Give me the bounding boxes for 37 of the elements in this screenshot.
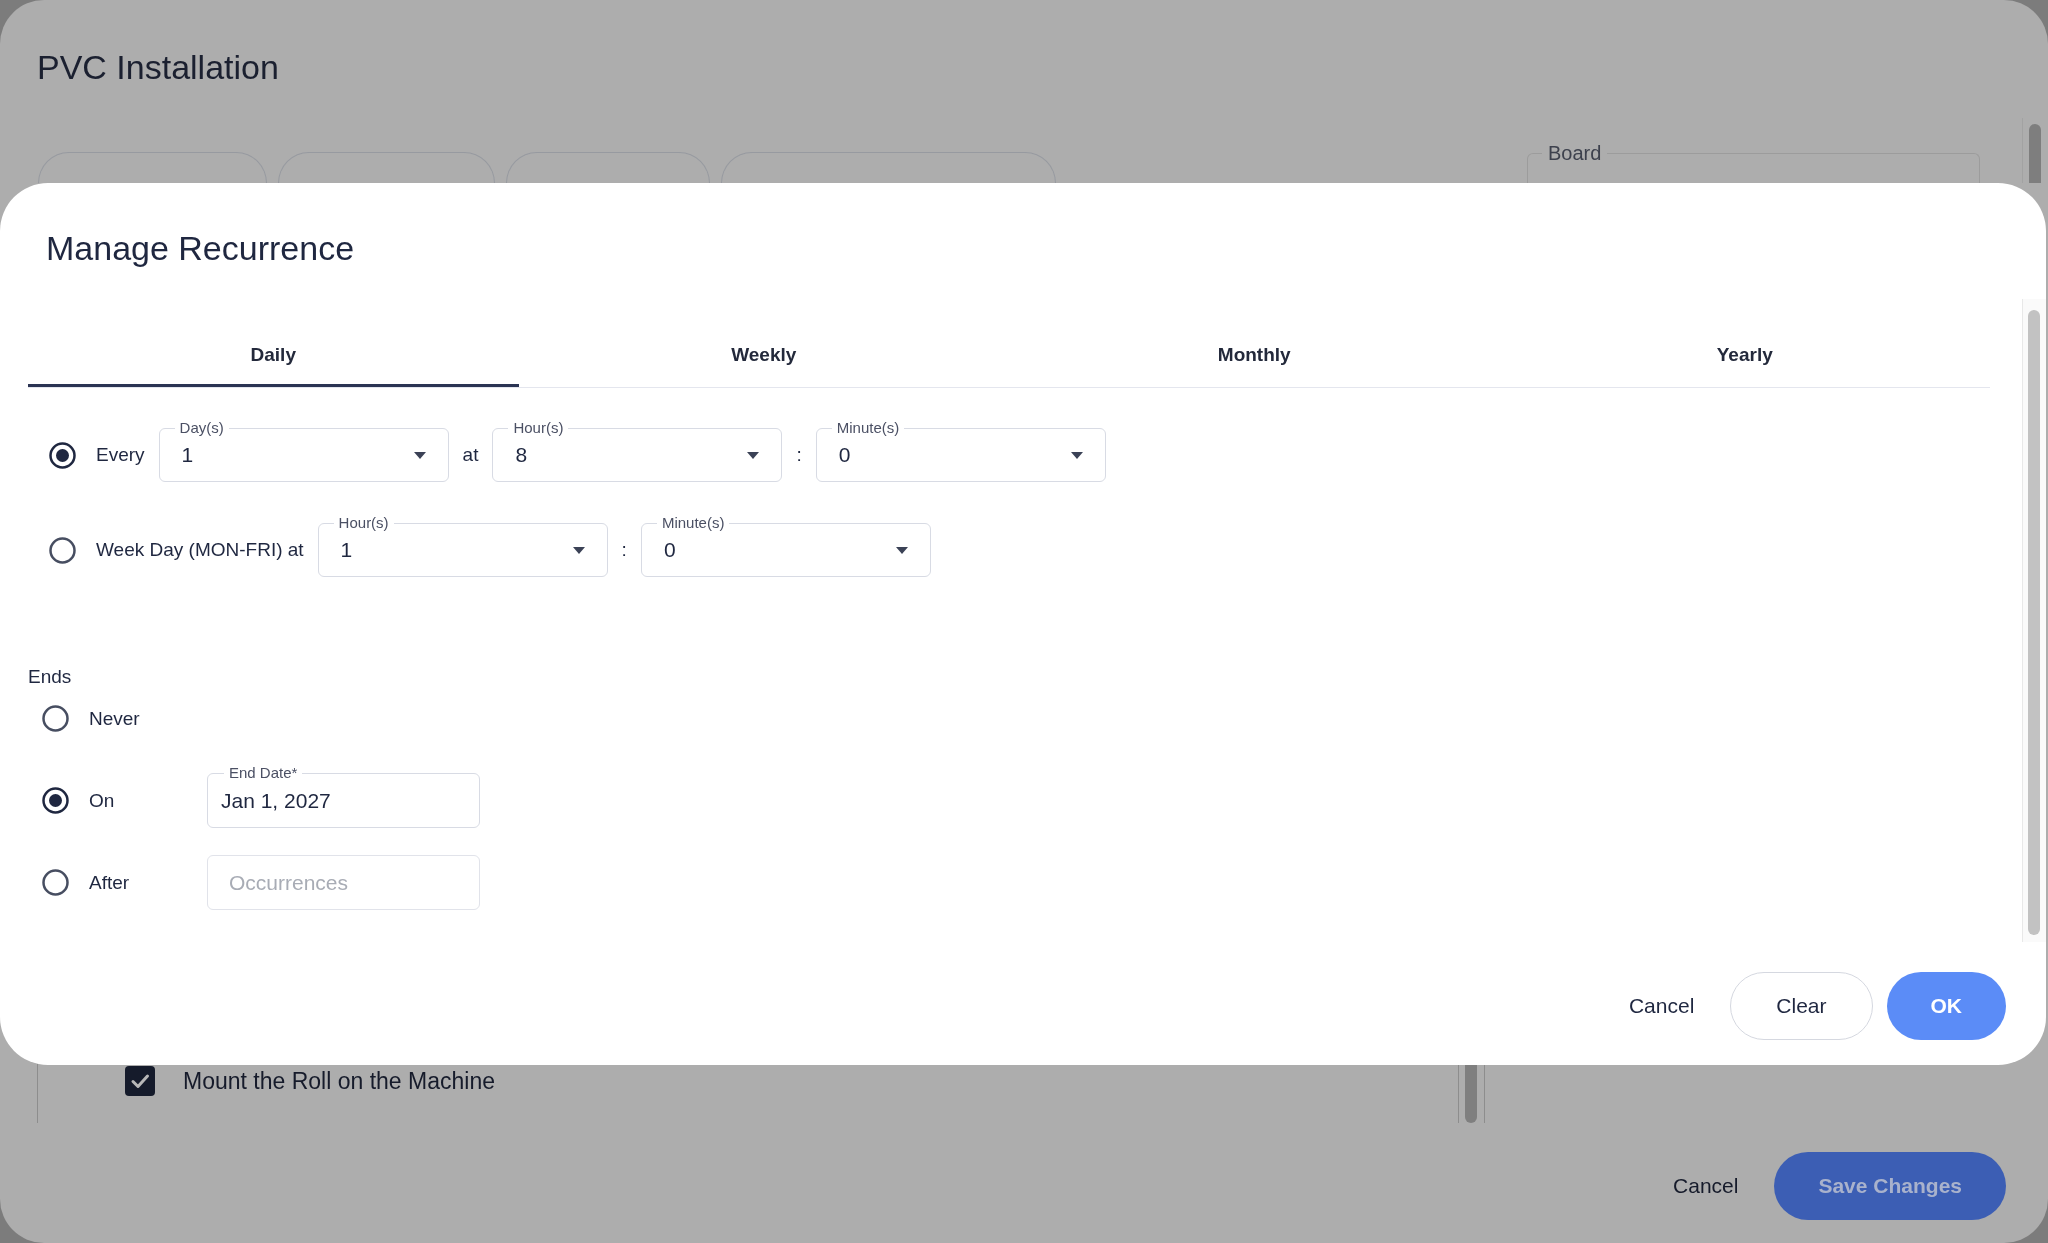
input-field[interactable]: Occurrences bbox=[207, 855, 480, 910]
task-label: Mount the Roll on the Machine bbox=[183, 1067, 495, 1095]
caret-icon bbox=[895, 546, 908, 554]
option-label: Every bbox=[96, 444, 145, 466]
caret-icon bbox=[413, 451, 426, 459]
option-label: After bbox=[89, 871, 131, 894]
tab[interactable]: Monthly bbox=[1009, 323, 1500, 387]
caret-icon bbox=[572, 546, 585, 554]
caret-icon bbox=[747, 451, 760, 459]
page-title: PVC Installation bbox=[37, 47, 280, 88]
radio-button[interactable] bbox=[49, 536, 76, 564]
text-button[interactable]: Cancel bbox=[1655, 1152, 1757, 1220]
dialog-title: Manage Recurrence bbox=[46, 228, 355, 268]
checkbox[interactable] bbox=[125, 1066, 155, 1096]
radio-button[interactable] bbox=[42, 705, 69, 732]
option-label: Never bbox=[89, 707, 141, 730]
inline-label: : bbox=[621, 539, 627, 561]
option-label: On bbox=[89, 789, 116, 812]
inline-label: : bbox=[796, 444, 802, 466]
option-label: Week Day (MON-FRI) at bbox=[96, 539, 304, 561]
text-button[interactable]: Cancel bbox=[1610, 972, 1713, 1040]
scrollbar[interactable] bbox=[1465, 1064, 1477, 1123]
caret-icon bbox=[1070, 451, 1083, 459]
radio-button[interactable] bbox=[42, 787, 69, 814]
tab[interactable]: Daily bbox=[28, 323, 519, 387]
tab[interactable]: Weekly bbox=[518, 323, 1009, 387]
field-label: Minute(s) bbox=[831, 419, 905, 437]
field-label: Minute(s) bbox=[656, 514, 730, 532]
section-label: Ends bbox=[28, 665, 72, 689]
field-label: Day(s) bbox=[174, 419, 229, 437]
radio-button[interactable] bbox=[42, 869, 69, 896]
field-label: Hour(s) bbox=[333, 514, 394, 532]
inline-label: at bbox=[462, 444, 479, 466]
radio-button[interactable] bbox=[49, 441, 76, 469]
field-label: Hour(s) bbox=[508, 419, 569, 437]
outlined-button[interactable]: Clear bbox=[1730, 972, 1873, 1040]
tab[interactable]: Yearly bbox=[1499, 323, 1990, 387]
